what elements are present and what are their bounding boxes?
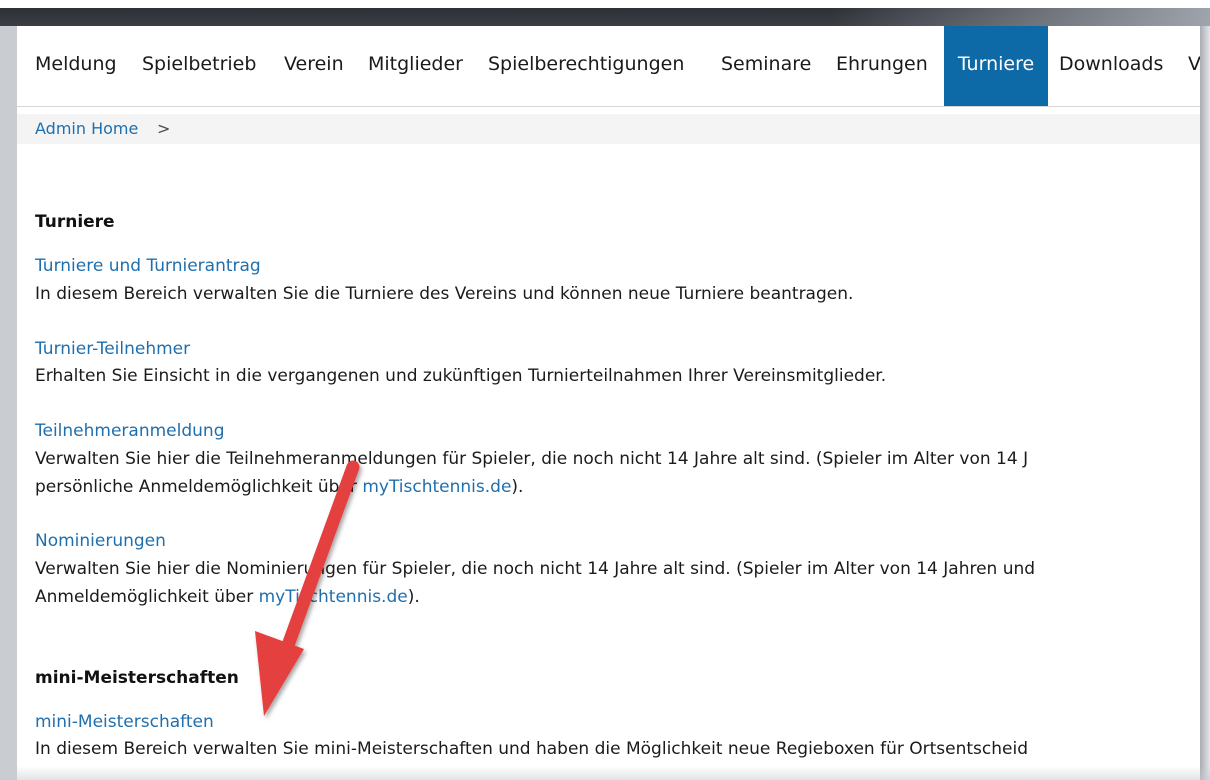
nav-item-mitglieder[interactable]: Mitglieder — [368, 26, 463, 106]
breadcrumb: Admin Home > — [17, 114, 1200, 144]
section-title-turniere: Turniere — [35, 212, 115, 232]
link-mini-meisterschaften[interactable]: mini-Meisterschaften — [35, 712, 214, 732]
desc-turniere-und-turnierantrag: In diesem Bereich verwalten Sie die Turn… — [35, 284, 854, 304]
breadcrumb-separator: > — [157, 119, 171, 138]
link-teilnehmeranmeldung[interactable]: Teilnehmeranmeldung — [35, 421, 224, 441]
main-nav: Meldung Spielbetrieb Verein Mitglieder S… — [17, 26, 1200, 107]
nav-item-downloads[interactable]: Downloads — [1059, 26, 1163, 106]
link-nominierungen[interactable]: Nominierungen — [35, 531, 166, 551]
page-content: Meldung Spielbetrieb Verein Mitglieder S… — [17, 26, 1200, 780]
top-strip-fade — [830, 8, 1210, 26]
window-top-strip — [0, 0, 1210, 26]
nav-item-meldung[interactable]: Meldung — [35, 26, 117, 106]
nav-item-spielbetrieb[interactable]: Spielbetrieb — [142, 26, 256, 106]
nav-item-seminare[interactable]: Seminare — [721, 26, 811, 106]
desc-text: ). — [511, 477, 524, 497]
desc-teilnehmeranmeldung-line1: Verwalten Sie hier die Teilnehmeranmeldu… — [35, 449, 1029, 469]
mytischtennis-link[interactable]: myTischtennis.de — [362, 477, 511, 497]
desc-turnier-teilnehmer: Erhalten Sie Einsicht in die vergangenen… — [35, 366, 887, 386]
link-turniere-und-turnierantrag[interactable]: Turniere und Turnierantrag — [35, 256, 261, 276]
nav-item-ehrungen[interactable]: Ehrungen — [836, 26, 928, 106]
link-turnier-teilnehmer[interactable]: Turnier-Teilnehmer — [35, 339, 190, 359]
window-right-shadow — [1200, 26, 1210, 780]
nav-item-overflow[interactable]: V — [1188, 26, 1200, 106]
desc-text: Anmeldemöglichkeit über — [35, 587, 259, 607]
desc-teilnehmeranmeldung-line2: persönliche Anmeldemöglichkeit über myTi… — [35, 477, 523, 497]
nav-item-turniere[interactable]: Turniere — [944, 26, 1048, 106]
desc-text: ). — [407, 587, 420, 607]
mytischtennis-link[interactable]: myTischtennis.de — [259, 587, 408, 607]
section-title-mini-meisterschaften: mini-Meisterschaften — [35, 668, 239, 688]
desc-text: persönliche Anmeldemöglichkeit über — [35, 477, 363, 497]
desc-mini-meisterschaften: In diesem Bereich verwalten Sie mini-Mei… — [35, 739, 1028, 759]
desc-nominierungen-line2: Anmeldemöglichkeit über myTischtennis.de… — [35, 587, 420, 607]
nav-item-verein[interactable]: Verein — [284, 26, 344, 106]
breadcrumb-admin-home[interactable]: Admin Home — [35, 119, 138, 138]
nav-item-spielberechtigungen[interactable]: Spielberechtigungen — [488, 26, 684, 106]
desc-nominierungen-line1: Verwalten Sie hier die Nominierungen für… — [35, 559, 1036, 579]
